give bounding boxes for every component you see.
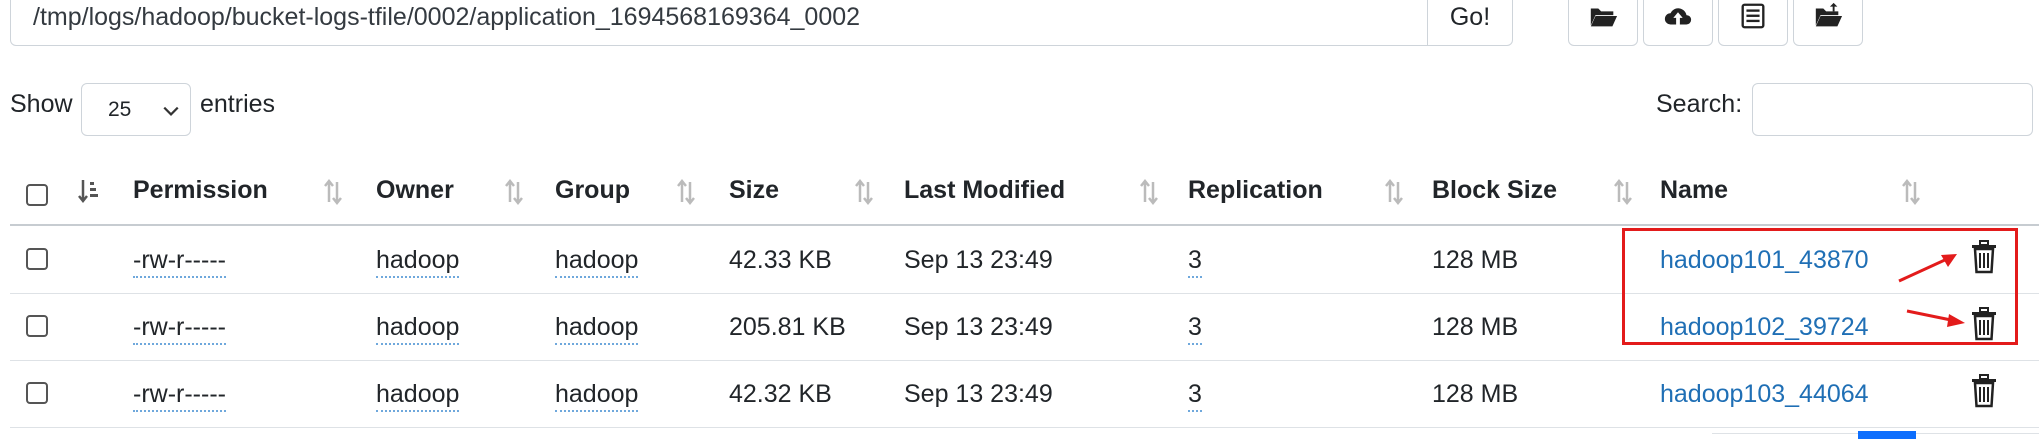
replication-cell[interactable]: 3 [1188,313,1202,345]
folder-open-icon [1589,8,1618,27]
show-label: Show [10,90,73,118]
upload-button[interactable] [1643,0,1713,46]
col-name[interactable]: Name [1660,176,1728,205]
owner-cell[interactable]: hadoop [376,313,460,345]
owner-cell[interactable]: hadoop [376,380,460,412]
go-button[interactable]: Go! [1427,0,1513,46]
col-owner[interactable]: Owner [376,176,454,205]
annotation-arrow [1906,309,1965,327]
size-cell: 42.33 KB [729,246,832,274]
col-replication[interactable]: Replication [1188,176,1323,205]
block-size-cell: 128 MB [1432,380,1519,408]
permission-cell[interactable]: -rw-r----- [133,380,226,412]
search-label: Search: [1656,90,1743,118]
sort-icon[interactable] [1383,178,1405,206]
replication-cell[interactable]: 3 [1188,380,1202,412]
modified-cell: Sep 13 23:49 [904,380,1053,408]
chevron-down-icon [163,106,179,116]
size-cell: 42.32 KB [729,380,832,408]
select-all-checkbox[interactable] [26,184,48,206]
entries-label: entries [200,90,276,118]
block-size-cell: 128 MB [1432,313,1519,341]
sort-icon[interactable] [1900,178,1922,206]
sort-icon[interactable] [1138,178,1160,206]
group-cell[interactable]: hadoop [555,313,639,345]
block-size-cell: 128 MB [1432,246,1519,274]
col-size[interactable]: Size [729,176,779,205]
group-cell[interactable]: hadoop [555,380,639,412]
col-group[interactable]: Group [555,176,630,205]
list-icon [1741,3,1765,29]
file-name-link[interactable]: hadoop103_44064 [1660,380,1869,409]
permission-cell[interactable]: -rw-r----- [133,313,226,345]
group-cell[interactable]: hadoop [555,246,639,278]
cloud-upload-icon [1664,8,1692,25]
owner-cell[interactable]: hadoop [376,246,460,278]
row-checkbox[interactable] [26,382,48,404]
path-input[interactable]: /tmp/logs/hadoop/bucket-logs-tfile/0002/… [10,0,1428,46]
browse-folder-button[interactable] [1568,0,1638,46]
sort-icon[interactable] [322,178,344,206]
col-block-size[interactable]: Block Size [1432,176,1557,205]
permission-cell[interactable]: -rw-r----- [133,246,226,278]
row-checkbox[interactable] [26,315,48,337]
modified-cell: Sep 13 23:49 [904,246,1053,274]
sort-icon[interactable] [503,178,525,206]
sort-icon[interactable] [853,178,875,206]
entries-select[interactable]: 25 [81,83,191,136]
list-view-button[interactable] [1718,0,1788,46]
sort-icon[interactable] [675,178,697,206]
move-folder-button[interactable] [1793,0,1863,46]
sort-icon[interactable] [1612,178,1634,206]
sort-amount-down-icon[interactable] [78,178,100,206]
col-last-modified[interactable]: Last Modified [904,176,1065,205]
modified-cell: Sep 13 23:49 [904,313,1053,341]
folder-upload-icon [1814,2,1843,27]
trash-icon[interactable] [1970,374,1998,408]
table-row: -rw-r----- hadoop hadoop 42.32 KB Sep 13… [10,360,2039,428]
col-permission[interactable]: Permission [133,176,268,205]
replication-cell[interactable]: 3 [1188,246,1202,278]
pagination-active[interactable] [1858,431,1916,439]
search-input[interactable] [1752,83,2033,136]
size-cell: 205.81 KB [729,313,846,341]
row-checkbox[interactable] [26,248,48,270]
entries-select-value: 25 [108,98,132,121]
annotation-arrow [1898,254,1957,283]
table-header: Permission Owner Group Size Last Modifie… [10,168,2039,226]
